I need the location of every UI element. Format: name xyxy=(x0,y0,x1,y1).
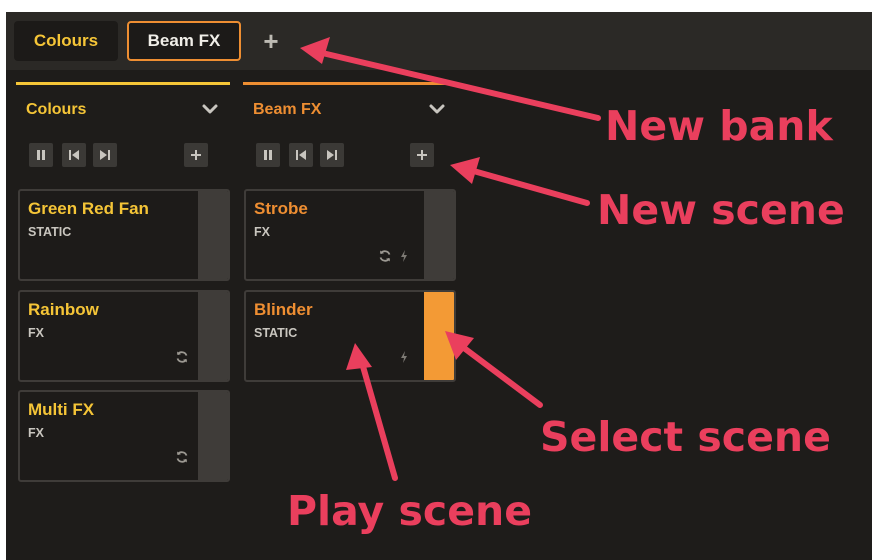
skip-forward-icon xyxy=(327,150,337,160)
previous-scene-button[interactable] xyxy=(62,143,86,167)
new-scene-button[interactable] xyxy=(184,143,208,167)
plus-icon xyxy=(417,150,427,160)
scene-name: Green Red Fan xyxy=(28,199,149,218)
scene-type: STATIC xyxy=(28,225,72,239)
select-scene-strip[interactable] xyxy=(198,392,228,480)
bank-header-colours: Colours xyxy=(16,82,230,146)
scene-type: FX xyxy=(28,426,44,440)
loop-icon xyxy=(176,451,188,463)
chevron-down-icon[interactable] xyxy=(200,99,220,119)
loop-icon xyxy=(379,250,391,262)
scene-card[interactable]: Blinder STATIC xyxy=(244,290,456,382)
plus-icon xyxy=(191,150,201,160)
scene-type: FX xyxy=(254,225,270,239)
scene-name: Rainbow xyxy=(28,300,99,319)
scene-name: Strobe xyxy=(254,199,308,218)
bolt-icon xyxy=(401,351,407,363)
skip-back-icon xyxy=(296,150,306,160)
skip-back-icon xyxy=(69,150,79,160)
bank-title: Beam FX xyxy=(253,101,322,118)
bank-tab-bar: Colours Beam FX + xyxy=(6,12,872,70)
pause-button[interactable] xyxy=(29,143,53,167)
scene-name: Multi FX xyxy=(28,400,95,419)
previous-scene-button[interactable] xyxy=(289,143,313,167)
pause-button[interactable] xyxy=(256,143,280,167)
scene-name: Blinder xyxy=(254,300,313,319)
scene-manager-app: Colours Beam FX + Colours Beam FX Green … xyxy=(6,12,872,560)
select-scene-strip[interactable] xyxy=(198,191,228,279)
scene-type: FX xyxy=(28,326,44,340)
chevron-down-icon[interactable] xyxy=(427,99,447,119)
scene-card[interactable]: Green Red Fan STATIC xyxy=(18,189,230,281)
bank-title: Colours xyxy=(26,101,87,118)
pause-icon xyxy=(37,150,45,160)
select-scene-strip[interactable] xyxy=(198,292,228,380)
pause-icon xyxy=(264,150,272,160)
scene-card[interactable]: Multi FX FX xyxy=(18,390,230,482)
select-scene-strip-selected[interactable] xyxy=(424,292,454,380)
next-scene-button[interactable] xyxy=(320,143,344,167)
annotation-play-scene: Play scene xyxy=(287,487,533,535)
tab-beam-fx[interactable]: Beam FX xyxy=(127,21,241,61)
scene-type: STATIC xyxy=(254,326,298,340)
bolt-icon xyxy=(401,250,407,262)
select-scene-strip[interactable] xyxy=(424,191,454,279)
annotation-select-scene: Select scene xyxy=(540,413,831,461)
next-scene-button[interactable] xyxy=(93,143,117,167)
skip-forward-icon xyxy=(100,150,110,160)
scene-card[interactable]: Strobe FX xyxy=(244,189,456,281)
bank-header-beam-fx: Beam FX xyxy=(243,82,457,146)
annotation-new-bank: New bank xyxy=(605,102,833,150)
new-bank-button[interactable]: + xyxy=(254,21,288,61)
scene-card[interactable]: Rainbow FX xyxy=(18,290,230,382)
new-scene-button[interactable] xyxy=(410,143,434,167)
loop-icon xyxy=(176,351,188,363)
annotation-new-scene: New scene xyxy=(597,186,845,234)
tab-colours[interactable]: Colours xyxy=(14,21,118,61)
